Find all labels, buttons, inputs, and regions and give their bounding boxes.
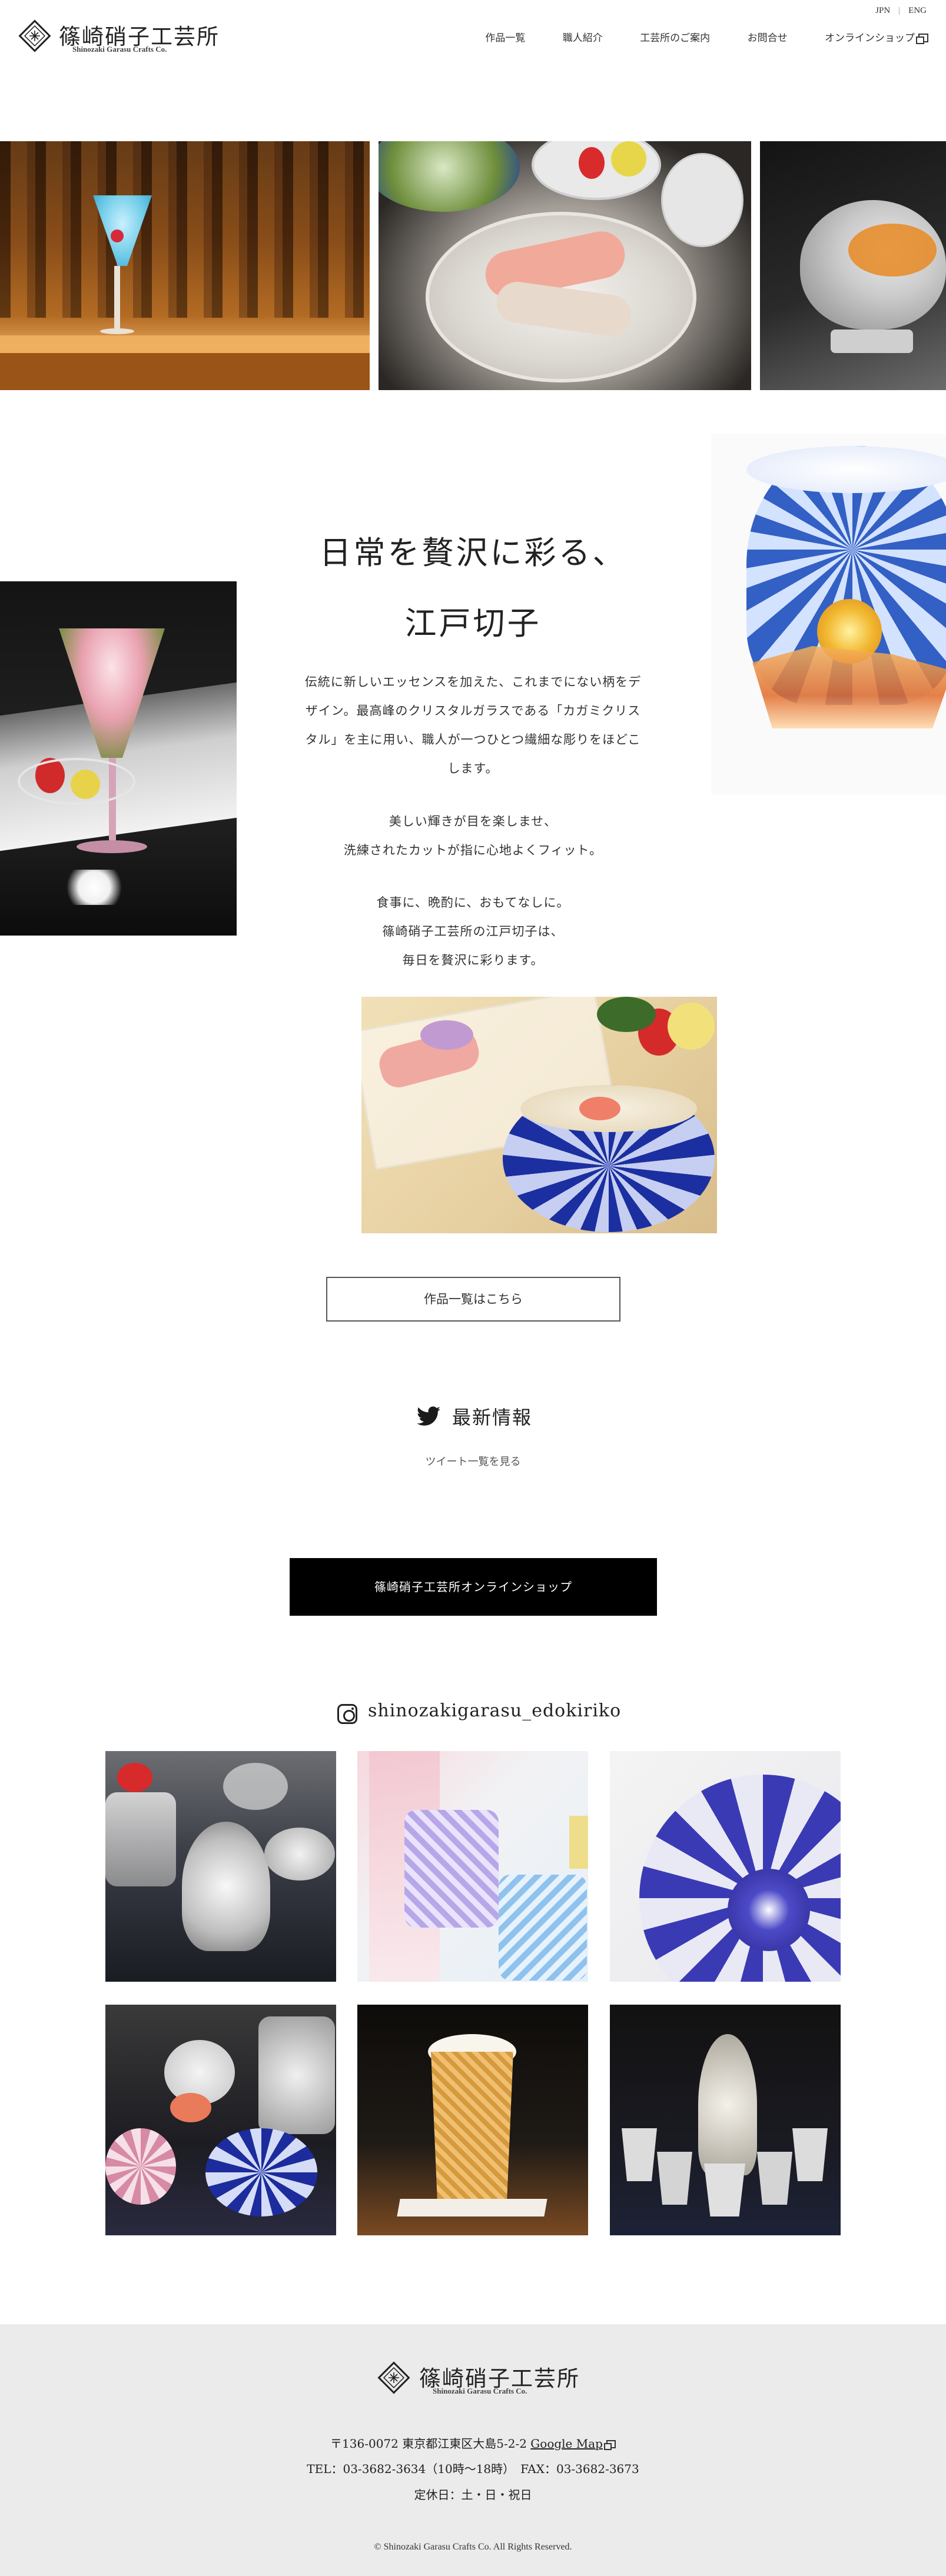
instagram-post-detail [792, 2128, 828, 2181]
footer-tel-fax: TEL：03-3682-3634（10時〜18時） FAX：03-3682-36… [307, 2462, 639, 2476]
instagram-post-detail [622, 2128, 657, 2181]
nav-online-shop-label: オンラインショップ [825, 32, 915, 44]
instagram-post-detail [704, 2164, 745, 2216]
lang-jpn-link[interactable]: JPN [875, 6, 890, 16]
instagram-post-detail [639, 1775, 841, 1982]
intro-paragraph-2-line: 洗練されたカットが指に心地よくフィット。 [343, 843, 603, 857]
intro-paragraph-1-line: します。 [447, 761, 499, 776]
twitter-bird-icon [417, 1406, 440, 1426]
instagram-post[interactable] [357, 1751, 588, 1982]
online-shop-button[interactable]: 篠崎硝子工芸所オンラインショップ [290, 1558, 657, 1616]
intro-paragraph-3-line: 食事に、晩酌に、おもてなしに。 [376, 896, 570, 910]
hero-photo-cocktail-bar [0, 141, 370, 390]
instagram-post-detail [499, 1875, 587, 1981]
intro-paragraph-1-line: 伝統に新しいエッセンスを加えた、これまでにない柄をデ [304, 675, 642, 689]
footer-address: 〒136-0072 東京都江東区大島5-2-2 Google Map [0, 2434, 946, 2451]
google-map-link[interactable]: Google Map [530, 2437, 603, 2451]
lang-eng-link[interactable]: ENG [908, 6, 927, 16]
intro-paragraph-2-line: 美しい輝きが目を楽しませ、 [389, 814, 557, 828]
instagram-post[interactable] [105, 2005, 336, 2235]
instagram-post-detail [170, 2093, 211, 2122]
intro-paragraph-2: 美しい輝きが目を楽しませ、 洗練されたカットが指に心地よくフィット。 [0, 807, 946, 865]
instagram-post-detail [258, 2016, 335, 2134]
intro-paragraph-3: 食事に、晩酌に、おもてなしに。 篠崎硝子工芸所の江戸切子は、 毎日を贅沢に彩りま… [0, 888, 946, 975]
instagram-post-detail [698, 2034, 757, 2175]
latest-news-title: 最新情報 [452, 1406, 533, 1429]
instagram-post-detail [264, 1828, 335, 1881]
nav-works[interactable]: 作品一覧 [485, 29, 525, 44]
logo-subtitle: Shinozaki Garasu Crafts Co. [72, 45, 167, 54]
intro-heading-line2: 江戸切子 [404, 605, 542, 642]
main-nav: 作品一覧 職人紹介 工芸所のご案内 お問合せ オンラインショップ [451, 29, 928, 44]
instagram-post[interactable] [610, 2005, 841, 2235]
instagram-post-detail [657, 2152, 692, 2205]
lang-separator: | [898, 6, 901, 15]
instagram-post-detail [182, 1822, 270, 1951]
instagram-post-detail [105, 2128, 176, 2205]
intro-paragraph-3-line: 毎日を贅沢に彩ります。 [402, 953, 544, 967]
logo-mark-icon [18, 19, 51, 52]
footer-logo[interactable]: 篠崎硝子工芸所 Shinozaki Garasu Crafts Co. [377, 2359, 579, 2397]
food-with-kiriko-bowl-photo [361, 997, 717, 1233]
instagram-post-detail [205, 2128, 317, 2216]
intro-paragraph-3-line: 篠崎硝子工芸所の江戸切子は、 [382, 924, 564, 938]
footer-holiday: 定休日：土・日・祝日 [414, 2488, 532, 2502]
nav-craftsmen[interactable]: 職人紹介 [563, 29, 603, 44]
hero-photo-sashimi-plate [379, 141, 751, 390]
hero-photo-glass-bowl [760, 141, 946, 390]
instagram-post[interactable] [357, 2005, 588, 2235]
nav-contact[interactable]: お問合せ [748, 29, 788, 44]
instagram-post-detail [757, 2152, 792, 2205]
footer-address-text: 〒136-0072 東京都江東区大島5-2-2 [330, 2437, 527, 2451]
external-link-icon [603, 2440, 616, 2450]
footer-logo-subtitle: Shinozaki Garasu Crafts Co. [433, 2387, 527, 2395]
tweet-list-link[interactable]: ツイート一覧を見る [0, 1453, 946, 1469]
instagram-icon [337, 1704, 357, 1724]
instagram-post[interactable] [105, 1751, 336, 1982]
nav-about-workshop[interactable]: 工芸所のご案内 [640, 29, 710, 44]
instagram-post[interactable] [610, 1751, 841, 1982]
instagram-post-detail [404, 1810, 499, 1928]
instagram-post-detail [397, 2199, 547, 2216]
instagram-post-detail [431, 2052, 513, 2205]
intro-paragraph-1-line: ザイン。最高峰のクリスタルガラスである「カガミクリス [305, 704, 641, 718]
instagram-post-detail [569, 1816, 588, 1869]
intro-heading-line1: 日常を贅沢に彩る、 [319, 534, 627, 571]
logo-mark-icon [377, 2361, 410, 2394]
instagram-post-detail [223, 1763, 288, 1810]
nav-online-shop[interactable]: オンラインショップ [825, 29, 928, 44]
footer-copyright: © Shinozaki Garasu Crafts Co. All Rights… [374, 2542, 572, 2552]
intro-paragraph-1-line: タル」を主に用い、職人が一つひとつ繊細な彫りをほどこ [305, 733, 641, 747]
instagram-handle[interactable]: shinozakigarasu_edokiriko [368, 1700, 621, 1721]
works-list-button[interactable]: 作品一覧はこちら [326, 1277, 620, 1322]
site-logo[interactable]: 篠崎硝子工芸所 Shinozaki Garasu Crafts Co. [18, 18, 218, 54]
instagram-post-detail [728, 1869, 810, 1951]
instagram-post-detail [105, 1792, 176, 1886]
external-link-icon [916, 34, 928, 44]
site-header: 篠崎硝子工芸所 Shinozaki Garasu Crafts Co. JPN |… [0, 0, 946, 71]
language-switcher: JPN | ENG [875, 6, 927, 16]
intro-paragraph-1: 伝統に新しいエッセンスを加えた、これまでにない柄をデ ザイン。最高峰のクリスタル… [0, 668, 946, 783]
instagram-post-detail [117, 1763, 152, 1792]
